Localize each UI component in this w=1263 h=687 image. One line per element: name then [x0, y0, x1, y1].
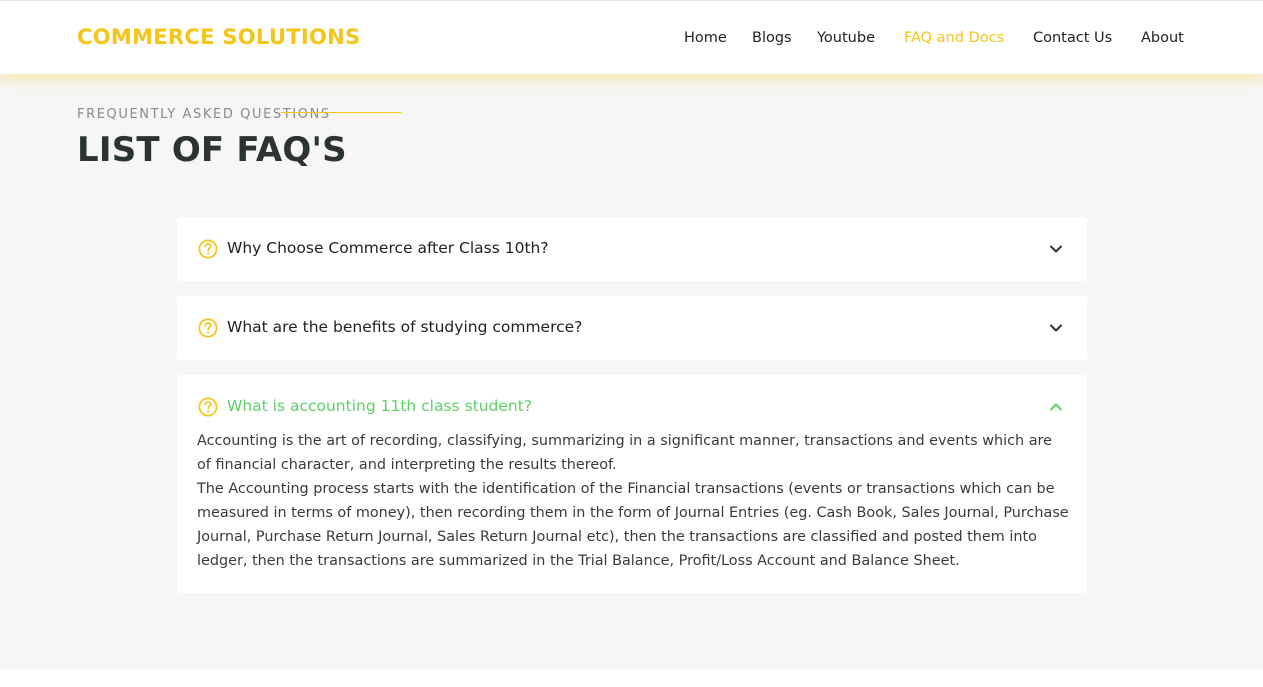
footer-strip [0, 669, 1263, 687]
question-circle-icon [198, 397, 218, 417]
eyebrow-row: FREQUENTLY ASKED QUESTIONS [77, 105, 331, 123]
faq-item: What are the benefits of studying commer… [177, 296, 1087, 360]
nav-contact-us[interactable]: Contact Us [1033, 30, 1112, 46]
nav-about[interactable]: About [1141, 30, 1184, 46]
faq-item-expanded: What is accounting 11th class student? A… [177, 375, 1087, 593]
faq-answer-paragraph: Accounting is the art of recording, clas… [197, 433, 1052, 473]
nav-youtube[interactable]: Youtube [817, 30, 875, 46]
page: COMMERCE SOLUTIONS Home Blogs Youtube FA… [0, 0, 1263, 687]
faq-item: Why Choose Commerce after Class 10th? [177, 217, 1087, 281]
faq-section: FREQUENTLY ASKED QUESTIONS LIST OF FAQ'S… [0, 74, 1263, 669]
nav-blogs[interactable]: Blogs [752, 30, 792, 46]
faq-answer-paragraph: The Accounting process starts with the i… [197, 481, 1069, 569]
question-circle-icon [198, 318, 218, 338]
faq-question: What is accounting 11th class student? [227, 397, 533, 415]
page-title: LIST OF FAQ'S [77, 130, 347, 170]
chevron-down-icon [1050, 324, 1062, 332]
nav-faq-and-docs[interactable]: FAQ and Docs [904, 30, 1004, 46]
main-nav: Home Blogs Youtube FAQ and Docs Contact … [0, 30, 1263, 50]
faq-question-toggle[interactable]: Why Choose Commerce after Class 10th? [177, 217, 1087, 281]
chevron-down-icon [1050, 245, 1062, 253]
faq-question: Why Choose Commerce after Class 10th? [227, 239, 549, 257]
faq-question: What are the benefits of studying commer… [227, 318, 583, 336]
site-header: COMMERCE SOLUTIONS Home Blogs Youtube FA… [0, 0, 1263, 74]
nav-home[interactable]: Home [684, 30, 727, 46]
faq-answer: Accounting is the art of recording, clas… [197, 429, 1069, 573]
chevron-up-icon [1050, 403, 1062, 411]
faq-question-toggle[interactable]: What are the benefits of studying commer… [177, 296, 1087, 360]
section-eyebrow: FREQUENTLY ASKED QUESTIONS [77, 106, 331, 122]
eyebrow-divider [281, 112, 401, 113]
question-circle-icon [198, 239, 218, 259]
